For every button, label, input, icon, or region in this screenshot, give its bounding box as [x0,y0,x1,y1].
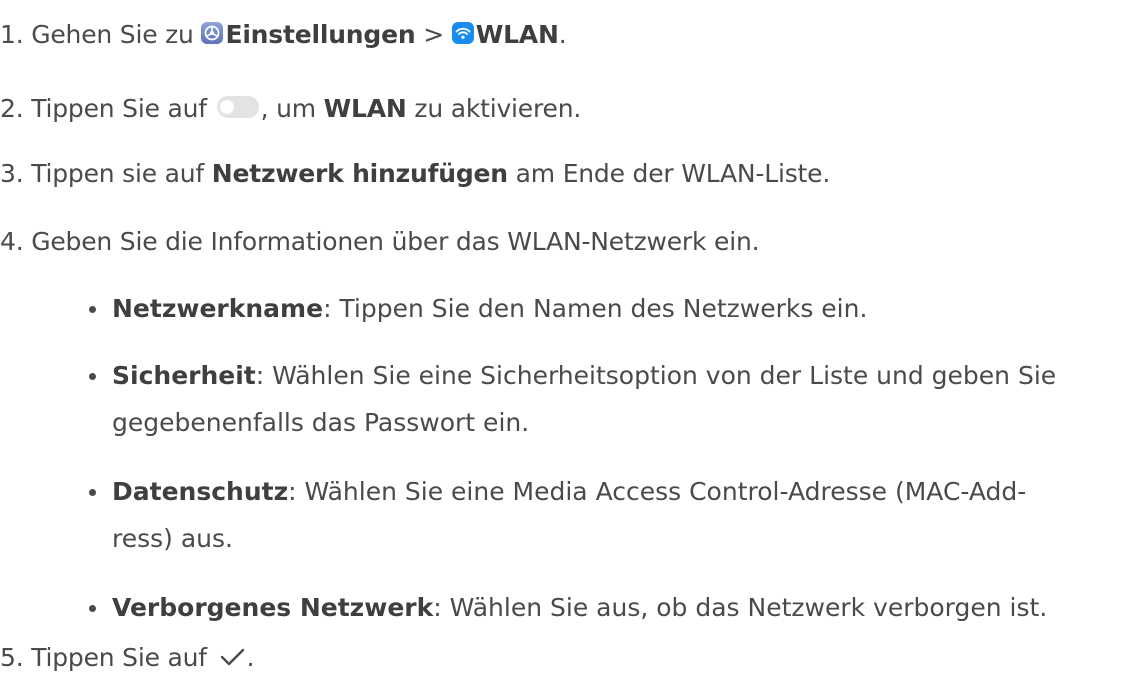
bullet-dot [89,605,96,612]
step-text: Gehen Sie zu [31,20,202,49]
bullet-desc: : Wählen Sie aus, ob das Netzwerk verbor… [433,593,1048,622]
bullet-dot [89,489,96,496]
bullet-desc: : Wählen Sie eine Media Access Control-A… [288,477,1027,506]
instruction-page: 1. Gehen Sie zu Einstellungen > WLAN. 2.… [0,0,1137,686]
add-network-label: Netzwerk hinzufügen [211,159,508,188]
bullet-text: Verborgenes Netzwerk: Wählen Sie aus, ob… [112,590,1047,626]
step-text: Tippen Sie auf [31,643,215,672]
bullet-dot [89,306,96,313]
step-text: Tippen sie auf [31,159,212,188]
step-number: 2. [0,94,24,123]
step-text: Geben Sie die Informationen über das WLA… [31,227,760,256]
wlan-label: WLAN [475,20,559,49]
step-text: > [415,20,452,49]
step-text: . [246,643,255,672]
step-number: 4. [0,227,24,256]
bullet-term: Datenschutz [112,477,289,506]
step-text: , um [260,94,324,123]
step-number: 1. [0,20,24,49]
bullet-desc: ress) aus. [112,524,233,553]
step-3: 3. Tippen sie auf Netzwerk hinzufügen am… [0,156,830,192]
bullet-text: Datenschutz: Wählen Sie eine Media Acces… [112,474,1026,510]
step-4: 4. Geben Sie die Informationen über das … [0,224,760,260]
bullet-term: Verborgenes Netzwerk [112,593,434,622]
toggle-off-icon [216,96,259,118]
bullet-term: Netzwerkname [112,294,324,323]
wlan-label: WLAN [323,94,407,123]
bullet-desc: : Wählen Sie eine Sicherheitsoption von … [255,361,1057,390]
step-text: Tippen Sie auf [31,94,215,123]
checkmark-icon [219,642,247,666]
bullet-term: Sicherheit [112,361,256,390]
step-1: 1. Gehen Sie zu Einstellungen > WLAN. [0,17,567,53]
step-text: zu aktivieren. [406,94,582,123]
step-text: . [558,20,567,49]
bullet-desc: gegebenenfalls das Passwort ein. [112,408,530,437]
settings-label: Einstellungen [225,20,416,49]
bullet-text: Sicherheit: Wählen Sie eine Sicherheitso… [112,358,1056,394]
step-5: 5. Tippen Sie auf . [0,640,255,676]
step-2: 2. Tippen Sie auf , um WLAN zu aktiviere… [0,91,581,127]
step-text: am Ende der WLAN-Liste. [507,159,831,188]
bullet-desc: : Tippen Sie den Namen des Netzwerks ein… [323,294,868,323]
bullet-dot [89,373,96,380]
step-number: 3. [0,159,24,188]
step-number: 5. [0,643,24,672]
wifi-icon [451,22,474,44]
settings-icon [201,22,224,44]
bullet-text: Netzwerkname: Tippen Sie den Namen des N… [112,291,867,327]
